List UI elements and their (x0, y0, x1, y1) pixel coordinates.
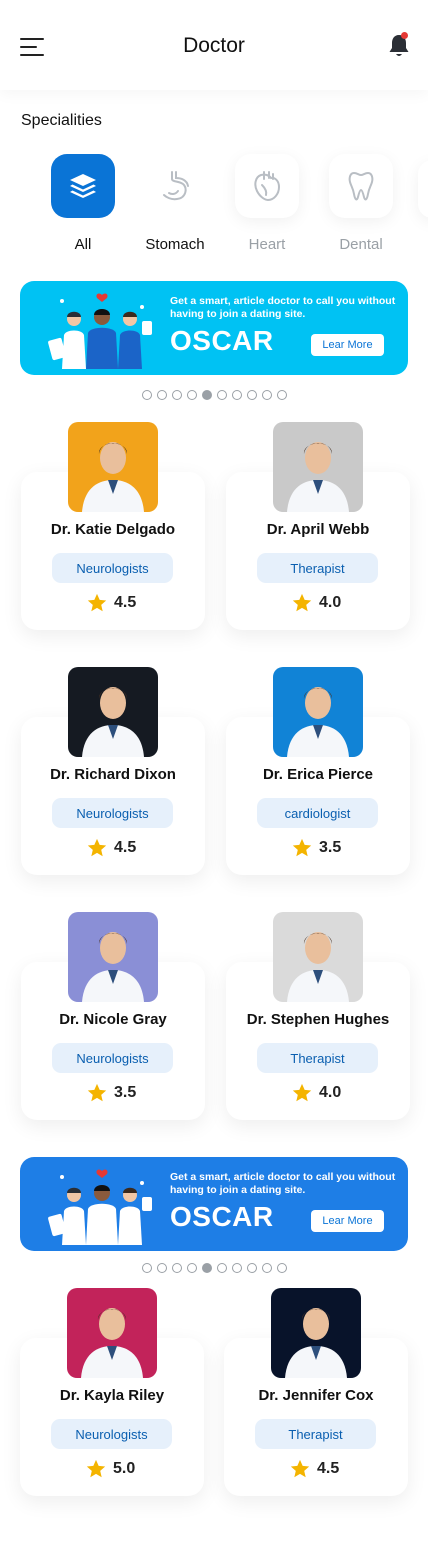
rating: 4.5 (86, 592, 136, 614)
rating-value: 4.5 (114, 594, 137, 611)
heart-organ-icon (235, 154, 299, 218)
doctors-illustration-icon (48, 1169, 152, 1245)
learn-more-button[interactable]: Lear More (311, 334, 384, 356)
notification-dot (401, 32, 408, 39)
speciality-dental[interactable]: Dental (316, 154, 406, 253)
doctor-photo[interactable] (67, 1288, 157, 1378)
layers-icon (51, 154, 115, 218)
speciality-label: All (74, 236, 92, 253)
rating-value: 4.0 (319, 1084, 342, 1101)
star-icon (87, 838, 107, 857)
star-icon (292, 1083, 312, 1102)
doctors-illustration-icon (48, 293, 152, 369)
rating-value: 3.5 (114, 1084, 137, 1101)
rating: 4.5 (289, 1458, 339, 1480)
star-icon (292, 838, 312, 857)
speciality-label: Stomach (145, 236, 205, 253)
rating: 5.0 (85, 1458, 135, 1480)
specialty-badge: Neurologists (52, 1043, 173, 1073)
speciality-heart[interactable]: Heart (222, 154, 312, 253)
doctor-name: Dr. Kayla Riley (59, 1387, 165, 1404)
specialty-badge: cardiologist (257, 798, 378, 828)
banner-tagline: Get a smart, article doctor to call you … (170, 1171, 396, 1196)
carousel-dots (142, 1263, 292, 1275)
promo-banner[interactable]: Get a smart, article doctor to call you … (20, 1157, 408, 1251)
specialty-badge: Neurologists (51, 1419, 172, 1449)
bell-icon[interactable] (388, 32, 412, 58)
rating-value: 4.5 (317, 1460, 340, 1477)
doctor-photo[interactable] (68, 422, 158, 512)
specialty-badge: Therapist (255, 1419, 376, 1449)
learn-more-button[interactable]: Lear More (311, 1210, 384, 1232)
rating-value: 4.5 (114, 839, 137, 856)
rating: 4.0 (291, 592, 341, 614)
speciality-label: Dental (339, 236, 383, 253)
doctor-name: Dr. Richard Dixon (50, 766, 176, 783)
rating-value: 4.0 (319, 594, 342, 611)
rating-value: 3.5 (319, 839, 342, 856)
rating: 4.5 (86, 837, 136, 859)
doctor-name: Dr. April Webb (266, 521, 370, 538)
specialities-heading: Specialities (21, 112, 102, 129)
speciality-stomach[interactable]: Stomach (130, 154, 220, 253)
doctor-photo[interactable] (273, 422, 363, 512)
doctor-photo[interactable] (68, 912, 158, 1002)
rating: 3.5 (291, 837, 341, 859)
doctor-photo[interactable] (271, 1288, 361, 1378)
speciality-label: Heart (248, 236, 286, 253)
banner-tagline: Get a smart, article doctor to call you … (170, 295, 396, 320)
specialty-badge: Neurologists (52, 798, 173, 828)
specialty-badge: Therapist (257, 1043, 378, 1073)
doctor-name: Dr. Nicole Gray (59, 1011, 167, 1028)
banner-brand: OSCAR (170, 325, 274, 356)
speciality-next-partial[interactable] (418, 160, 428, 218)
carousel-dots (142, 390, 292, 402)
specialty-badge: Neurologists (52, 553, 173, 583)
tooth-icon (329, 154, 393, 218)
doctor-name: Dr. Erica Pierce (262, 766, 374, 783)
rating-value: 5.0 (113, 1460, 136, 1477)
rating: 4.0 (291, 1082, 341, 1104)
star-icon (290, 1459, 310, 1478)
promo-banner[interactable]: Get a smart, article doctor to call you … (20, 281, 408, 375)
doctor-name: Dr. Stephen Hughes (246, 1011, 390, 1028)
doctor-photo[interactable] (273, 667, 363, 757)
stomach-icon (143, 154, 207, 218)
specialty-badge: Therapist (257, 553, 378, 583)
doctor-name: Dr. Katie Delgado (50, 521, 176, 538)
banner-brand: OSCAR (170, 1201, 274, 1232)
rating: 3.5 (86, 1082, 136, 1104)
star-icon (292, 593, 312, 612)
doctor-name: Dr. Jennifer Cox (258, 1387, 374, 1404)
star-icon (87, 593, 107, 612)
top-app-bar: Doctor (0, 0, 428, 90)
star-icon (86, 1459, 106, 1478)
star-icon (87, 1083, 107, 1102)
speciality-all[interactable]: All (38, 154, 128, 253)
page-title: Doctor (183, 34, 245, 57)
doctor-photo[interactable] (273, 912, 363, 1002)
doctor-photo[interactable] (68, 667, 158, 757)
